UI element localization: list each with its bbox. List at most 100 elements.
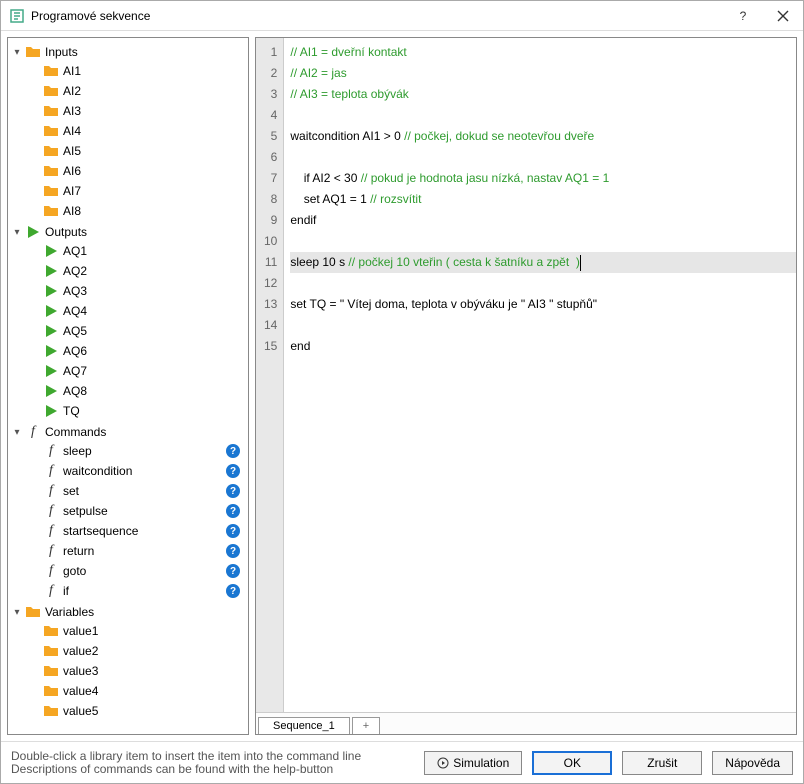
play-icon <box>43 303 59 319</box>
library-tree[interactable]: ▾InputsAI1AI2AI3AI4AI5AI6AI7AI8▾OutputsA… <box>7 37 249 735</box>
editor-area: 123456789101112131415 // AI1 = dveřní ko… <box>255 37 797 735</box>
tree-item-label: AI6 <box>63 164 81 178</box>
tree-item[interactable]: fif? <box>42 582 246 600</box>
folder-icon <box>43 183 59 199</box>
footer-hint-line2: Descriptions of commands can be found wi… <box>11 763 414 776</box>
tree-item[interactable]: fwaitcondition? <box>42 462 246 480</box>
tree-group-label: Variables <box>45 605 94 619</box>
tree-group[interactable]: ▾ Variables <box>10 603 246 621</box>
tree-item[interactable]: AI4 <box>42 122 246 140</box>
tree-item-label: value5 <box>63 704 98 718</box>
tree-item[interactable]: value2 <box>42 642 246 660</box>
code-line[interactable] <box>290 273 796 294</box>
tree-item[interactable]: AQ7 <box>42 362 246 380</box>
tree-group[interactable]: ▾Inputs <box>10 43 246 61</box>
code-editor[interactable]: 123456789101112131415 // AI1 = dveřní ko… <box>256 38 796 712</box>
tree-item[interactable]: AI2 <box>42 82 246 100</box>
function-icon: f <box>43 563 59 579</box>
sequence-tabs: Sequence_1 + <box>256 712 796 734</box>
tree-item[interactable]: fset? <box>42 482 246 500</box>
help-icon[interactable]: ? <box>226 444 240 458</box>
play-icon <box>43 243 59 259</box>
tree-item[interactable]: TQ <box>42 402 246 420</box>
tree-item[interactable]: fsetpulse? <box>42 502 246 520</box>
cancel-button[interactable]: Zrušit <box>622 751 702 775</box>
tree-item-label: value2 <box>63 644 98 658</box>
help-icon[interactable]: ? <box>226 484 240 498</box>
tree-item[interactable]: fgoto? <box>42 562 246 580</box>
help-titlebar-button[interactable]: ? <box>723 2 763 30</box>
tab-sequence-1[interactable]: Sequence_1 <box>258 717 350 734</box>
tree-item[interactable]: AI3 <box>42 102 246 120</box>
tree-item-label: TQ <box>63 404 80 418</box>
code-line[interactable] <box>290 105 796 126</box>
chevron-down-icon[interactable]: ▾ <box>10 607 24 618</box>
code-line[interactable] <box>290 315 796 336</box>
code-line[interactable]: // AI2 = jas <box>290 63 796 84</box>
help-icon[interactable]: ? <box>226 524 240 538</box>
play-icon <box>43 323 59 339</box>
chevron-down-icon[interactable]: ▾ <box>10 47 24 58</box>
tree-item[interactable]: AQ4 <box>42 302 246 320</box>
tree-item[interactable]: value1 <box>42 622 246 640</box>
footer: Double-click a library item to insert th… <box>1 741 803 783</box>
tree-item[interactable]: AI8 <box>42 202 246 220</box>
code-line[interactable]: sleep 10 s // počkej 10 vteřin ( cesta k… <box>290 252 796 273</box>
code-line[interactable] <box>290 147 796 168</box>
code-line[interactable]: if AI2 < 30 // pokud je hodnota jasu níz… <box>290 168 796 189</box>
tree-item[interactable]: AQ6 <box>42 342 246 360</box>
help-button[interactable]: Nápověda <box>712 751 793 775</box>
tree-group[interactable]: ▾Outputs <box>10 223 246 241</box>
code-line[interactable]: waitcondition AI1 > 0 // počkej, dokud s… <box>290 126 796 147</box>
tree-item[interactable]: AI1 <box>42 62 246 80</box>
close-button[interactable] <box>763 2 803 30</box>
help-icon[interactable]: ? <box>226 464 240 478</box>
folder-icon <box>25 604 41 620</box>
tree-item[interactable]: value4 <box>42 682 246 700</box>
tree-item[interactable]: AQ2 <box>42 262 246 280</box>
tree-group[interactable]: ▾fCommands <box>10 423 246 441</box>
line-gutter: 123456789101112131415 <box>256 38 284 712</box>
tree-item[interactable]: AI5 <box>42 142 246 160</box>
function-icon: f <box>43 463 59 479</box>
chevron-down-icon[interactable]: ▾ <box>10 227 24 238</box>
function-icon: f <box>43 543 59 559</box>
tree-item-label: AI3 <box>63 104 81 118</box>
help-icon[interactable]: ? <box>226 564 240 578</box>
tree-item[interactable]: value3 <box>42 662 246 680</box>
code-line[interactable]: endif <box>290 210 796 231</box>
tree-item[interactable]: AQ3 <box>42 282 246 300</box>
tree-item[interactable]: freturn? <box>42 542 246 560</box>
dialog-window: Programové sekvence ? ▾InputsAI1AI2AI3AI… <box>0 0 804 784</box>
code-body[interactable]: // AI1 = dveřní kontakt// AI2 = jas// AI… <box>284 38 796 712</box>
chevron-down-icon[interactable]: ▾ <box>10 427 24 438</box>
tree-item[interactable]: value5 <box>42 702 246 720</box>
code-line[interactable]: set TQ = " Vítej doma, teplota v obýváku… <box>290 294 796 315</box>
tab-add[interactable]: + <box>352 717 380 734</box>
tree-item-label: set <box>63 484 79 498</box>
code-line[interactable]: end <box>290 336 796 357</box>
help-icon[interactable]: ? <box>226 584 240 598</box>
tree-item[interactable]: AI6 <box>42 162 246 180</box>
folder-icon <box>43 683 59 699</box>
simulation-button[interactable]: Simulation <box>424 751 522 775</box>
help-icon[interactable]: ? <box>226 544 240 558</box>
tree-item[interactable]: AQ5 <box>42 322 246 340</box>
ok-button[interactable]: OK <box>532 751 612 775</box>
simulation-label: Simulation <box>453 756 509 770</box>
play-icon <box>25 224 41 240</box>
code-line[interactable]: // AI3 = teplota obývák <box>290 84 796 105</box>
code-line[interactable]: // AI1 = dveřní kontakt <box>290 42 796 63</box>
tree-item-label: AI1 <box>63 64 81 78</box>
code-line[interactable] <box>290 231 796 252</box>
tree-item[interactable]: AQ1 <box>42 242 246 260</box>
tree-item[interactable]: fstartsequence? <box>42 522 246 540</box>
tree-item-label: AI7 <box>63 184 81 198</box>
help-icon[interactable]: ? <box>226 504 240 518</box>
footer-hint-line1: Double-click a library item to insert th… <box>11 750 414 763</box>
tree-item[interactable]: AI7 <box>42 182 246 200</box>
folder-icon <box>43 663 59 679</box>
tree-item[interactable]: fsleep? <box>42 442 246 460</box>
code-line[interactable]: set AQ1 = 1 // rozsvítit <box>290 189 796 210</box>
tree-item[interactable]: AQ8 <box>42 382 246 400</box>
